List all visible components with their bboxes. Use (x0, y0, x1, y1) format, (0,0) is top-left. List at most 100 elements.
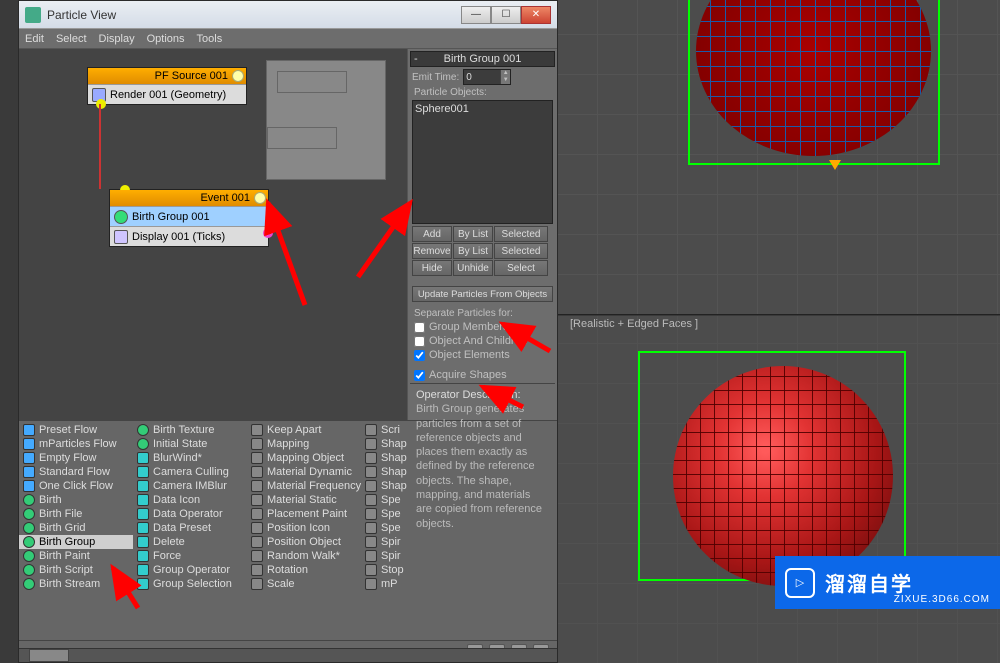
operator-label: Standard Flow (39, 466, 110, 478)
depot-operator[interactable]: Initial State (133, 437, 247, 451)
menu-options[interactable]: Options (147, 33, 185, 45)
list-item[interactable]: Sphere001 (415, 103, 550, 115)
depot-operator[interactable]: Spir (361, 535, 407, 549)
emit-time-spinner[interactable]: ▲▼ (463, 69, 511, 85)
depot-operator[interactable]: Scri (361, 423, 407, 437)
depot-operator[interactable]: Stop (361, 563, 407, 577)
depot-operator[interactable]: Preset Flow (19, 423, 133, 437)
operator-birth-group[interactable]: Birth Group 001 (110, 206, 268, 226)
remove-button[interactable]: Remove (412, 243, 452, 259)
rollup-header[interactable]: - Birth Group 001 (410, 51, 555, 67)
depot-operator[interactable]: Spir (361, 549, 407, 563)
hide-button[interactable]: Hide (412, 260, 452, 276)
selected-button[interactable]: Selected (494, 226, 548, 242)
chk-object-children[interactable]: Object And Children (414, 335, 551, 347)
depot-operator[interactable]: Material Static (247, 493, 361, 507)
depot-operator[interactable]: mParticles Flow (19, 437, 133, 451)
depot-operator[interactable]: Group Selection (133, 577, 247, 591)
depot-operator[interactable]: Birth Paint (19, 549, 133, 563)
depot-operator[interactable]: Shap (361, 465, 407, 479)
close-button[interactable]: ✕ (521, 6, 551, 24)
node-event[interactable]: Event 001 Birth Group 001 Display 001 (T… (109, 189, 269, 247)
minimize-button[interactable]: — (461, 6, 491, 24)
viewport-top[interactable] (558, 0, 1000, 315)
depot-operator[interactable]: Birth Group (19, 535, 133, 549)
depot-operator[interactable]: Random Walk* (247, 549, 361, 563)
depot-operator[interactable]: Data Icon (133, 493, 247, 507)
depot-operator[interactable]: Force (133, 549, 247, 563)
depot-hscroll[interactable] (19, 648, 557, 662)
operator-icon (251, 564, 263, 576)
node-pf-source[interactable]: PF Source 001 Render 001 (Geometry) (87, 67, 247, 105)
chk-acquire-shapes[interactable]: Acquire Shapes (414, 369, 551, 381)
bylist-button-2[interactable]: By List (453, 243, 493, 259)
node-title[interactable]: PF Source 001 (88, 68, 246, 84)
axis-gizmo (829, 160, 841, 170)
spinner-down-icon[interactable]: ▼ (500, 77, 510, 84)
depot-operator[interactable]: Material Frequency (247, 479, 361, 493)
depot-operator[interactable]: Empty Flow (19, 451, 133, 465)
chk-group-members[interactable]: Group Members (414, 321, 551, 333)
depot-operator[interactable]: Position Object (247, 535, 361, 549)
depot-operator[interactable]: Standard Flow (19, 465, 133, 479)
depot-operator[interactable]: Birth Texture (133, 423, 247, 437)
menu-tools[interactable]: Tools (197, 33, 223, 45)
bylist-button[interactable]: By List (453, 226, 493, 242)
particle-objects-list[interactable]: Sphere001 (412, 100, 553, 224)
depot-operator[interactable]: BlurWind* (133, 451, 247, 465)
update-particles-button[interactable]: Update Particles From Objects (412, 286, 553, 302)
depot-operator[interactable]: mP (361, 577, 407, 591)
node-title[interactable]: Event 001 (110, 190, 268, 206)
depot-operator[interactable]: Camera IMBlur (133, 479, 247, 493)
output-port[interactable] (263, 228, 273, 238)
emit-time-input[interactable] (464, 70, 500, 84)
depot-operator[interactable]: Shap (361, 437, 407, 451)
depot-operator[interactable]: Shap (361, 451, 407, 465)
selected-button-2[interactable]: Selected (494, 243, 548, 259)
menu-display[interactable]: Display (99, 33, 135, 45)
depot-operator[interactable]: Mapping Object (247, 451, 361, 465)
operator-display[interactable]: Display 001 (Ticks) (110, 226, 268, 246)
viewport-perspective[interactable]: [Realistic + Edged Faces ] (558, 316, 1000, 663)
operator-render[interactable]: Render 001 (Geometry) (88, 84, 246, 104)
depot-operator[interactable]: Birth File (19, 507, 133, 521)
depot-operator[interactable]: Delete (133, 535, 247, 549)
chk-object-elements[interactable]: Object Elements (414, 349, 551, 361)
add-button[interactable]: Add (412, 226, 452, 242)
depot-operator[interactable]: Birth Stream (19, 577, 133, 591)
output-port[interactable] (96, 99, 106, 109)
depot-operator[interactable]: Rotation (247, 563, 361, 577)
depot-operator[interactable]: One Click Flow (19, 479, 133, 493)
depot-operator[interactable]: Data Preset (133, 521, 247, 535)
depot-operator[interactable]: Keep Apart (247, 423, 361, 437)
operator-icon (251, 494, 263, 506)
select-button[interactable]: Select (494, 260, 548, 276)
depot-operator[interactable]: Material Dynamic (247, 465, 361, 479)
unhide-button[interactable]: Unhide (453, 260, 493, 276)
operator-label: Empty Flow (39, 452, 96, 464)
depot-operator[interactable]: Spe (361, 493, 407, 507)
depot-operator[interactable]: Position Icon (247, 521, 361, 535)
lightbulb-icon[interactable] (232, 70, 244, 82)
depot-operator[interactable]: Shap (361, 479, 407, 493)
collapse-icon[interactable]: - (414, 53, 418, 65)
depot-operator[interactable]: Placement Paint (247, 507, 361, 521)
menu-edit[interactable]: Edit (25, 33, 44, 45)
depot-operator[interactable]: Birth Script (19, 563, 133, 577)
titlebar[interactable]: Particle View — ☐ ✕ (19, 1, 557, 29)
maximize-button[interactable]: ☐ (491, 6, 521, 24)
depot-operator[interactable]: Spe (361, 521, 407, 535)
depot-operator[interactable]: Group Operator (133, 563, 247, 577)
menu-select[interactable]: Select (56, 33, 87, 45)
spinner-up-icon[interactable]: ▲ (500, 70, 510, 77)
depot-operator[interactable]: Mapping (247, 437, 361, 451)
scrollbar-thumb[interactable] (29, 649, 69, 662)
depot-operator[interactable]: Data Operator (133, 507, 247, 521)
depot-operator[interactable]: Birth (19, 493, 133, 507)
depot-operator[interactable]: Spe (361, 507, 407, 521)
depot-operator[interactable]: Scale (247, 577, 361, 591)
lightbulb-icon[interactable] (254, 192, 266, 204)
graph-canvas[interactable]: PF Source 001 Render 001 (Geometry) Even… (19, 49, 407, 420)
depot-operator[interactable]: Camera Culling (133, 465, 247, 479)
depot-operator[interactable]: Birth Grid (19, 521, 133, 535)
